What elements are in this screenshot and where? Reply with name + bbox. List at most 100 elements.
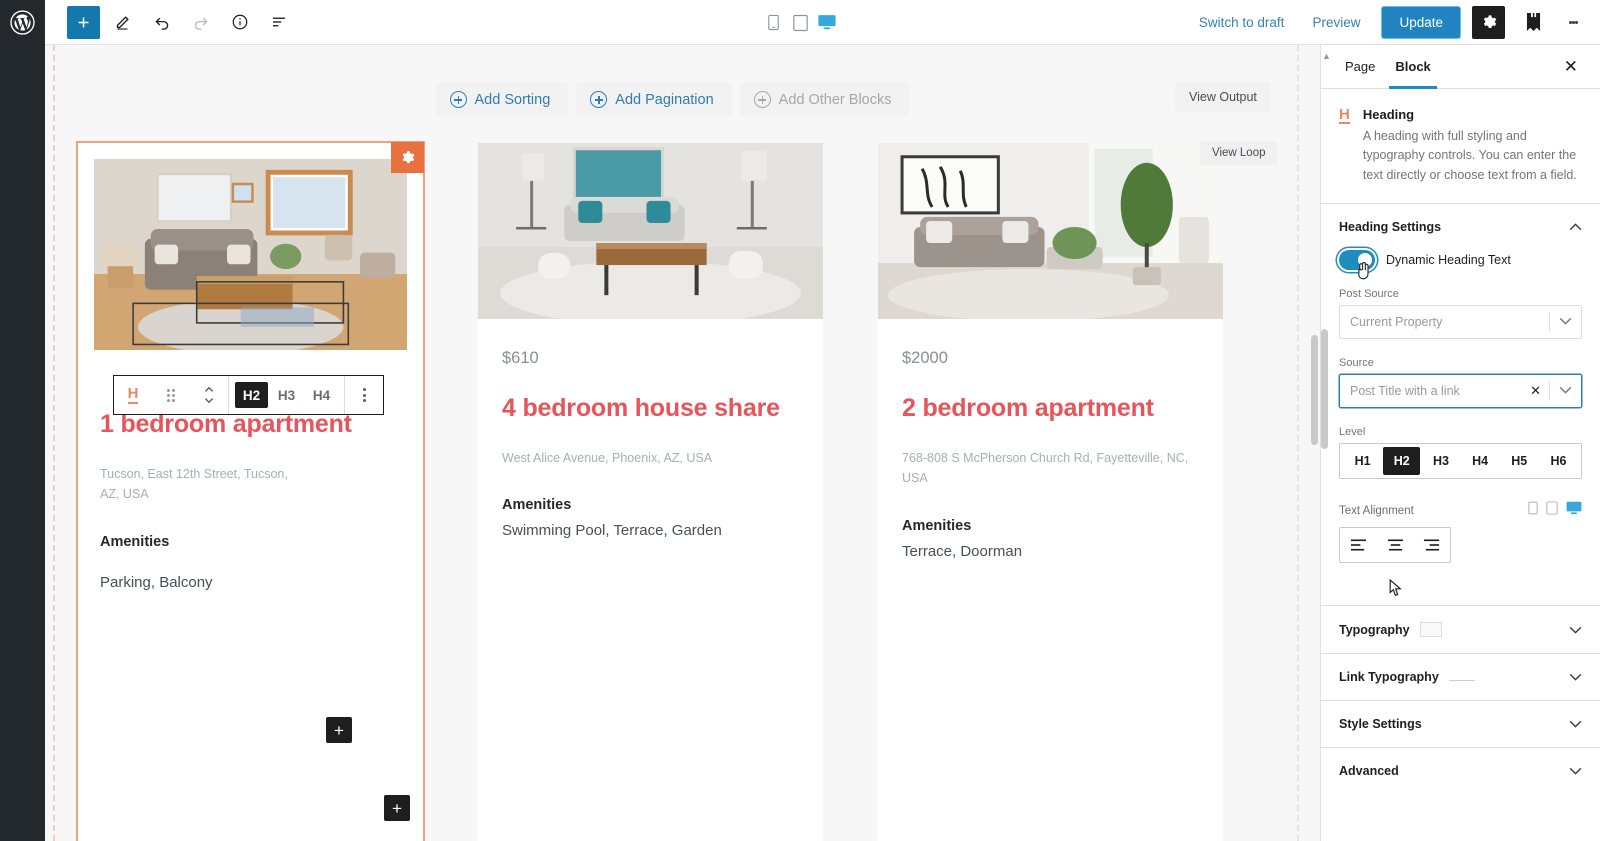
view-output-button[interactable]: View Output	[1175, 82, 1271, 112]
property-card[interactable]: $610 4 bedroom house share West Alice Av…	[478, 143, 823, 841]
settings-gear-icon[interactable]	[1472, 5, 1505, 39]
panel-typography-label: Typography	[1339, 622, 1410, 637]
level-label: Level	[1339, 426, 1366, 439]
view-loop-button[interactable]: View Loop	[1200, 141, 1278, 165]
more-options-kebab-icon[interactable]	[1558, 6, 1588, 39]
block-toolbar: H H2 H3 H4	[113, 375, 384, 415]
level-h5-button[interactable]: H5	[1501, 447, 1538, 475]
redo-button[interactable]	[184, 6, 217, 39]
property-card-selected[interactable]: 1 bedroom apartment Tucson, East 12th St…	[76, 141, 425, 841]
drag-dots-icon[interactable]	[152, 388, 190, 402]
tablet-preview-icon[interactable]	[791, 13, 809, 33]
heading-level-group: H1 H2 H3 H4 H5 H6	[1339, 443, 1582, 480]
update-button[interactable]: Update	[1382, 6, 1460, 38]
property-title[interactable]: 4 bedroom house share	[502, 394, 799, 423]
level-h4-button[interactable]: H4	[1462, 447, 1499, 475]
panel-advanced-label: Advanced	[1339, 764, 1399, 779]
property-address: 768-808 S McPherson Church Rd, Fayettevi…	[902, 450, 1189, 486]
info-circle-icon[interactable]	[223, 6, 256, 39]
top-bar-tools	[45, 5, 295, 39]
heading-level-h3-button[interactable]: H3	[270, 382, 303, 408]
add-pagination-button[interactable]: Add Pagination	[576, 82, 732, 117]
editor-top-bar: Switch to draft Preview Update	[0, 0, 1600, 45]
dynamic-heading-text-label: Dynamic Heading Text	[1386, 253, 1511, 268]
block-description: A heading with full styling and typograp…	[1362, 129, 1577, 182]
list-view-icon[interactable]	[262, 6, 295, 39]
undo-button[interactable]	[145, 6, 178, 39]
amenities-value: Swimming Pool, Terrace, Garden	[502, 522, 722, 540]
amenities-label: Amenities	[502, 497, 572, 514]
panel-advanced[interactable]: Advanced	[1321, 747, 1600, 794]
close-icon[interactable]: ✕	[1556, 45, 1586, 88]
bookmark-icon[interactable]	[1517, 6, 1550, 39]
align-center-icon[interactable]	[1377, 538, 1414, 552]
link-typography-preview-line	[1448, 680, 1475, 682]
mobile-preview-icon[interactable]	[764, 13, 782, 33]
clear-source-icon[interactable]: ✕	[1522, 383, 1549, 399]
block-inserter-button[interactable]: +	[384, 795, 410, 821]
mobile-icon[interactable]	[1528, 501, 1538, 520]
sidebar-scrollbar[interactable]	[1321, 329, 1328, 449]
editor-body: Add Sorting Add Pagination Add Other Blo…	[0, 45, 1600, 841]
sidebar-scroll-area: H Heading A heading with full styling an…	[1321, 89, 1600, 841]
move-up-down-icon[interactable]	[190, 385, 228, 405]
source-select[interactable]: Post Title with a link ✕	[1339, 374, 1582, 409]
canvas-scrollbar[interactable]	[1311, 335, 1318, 445]
property-image	[94, 159, 407, 350]
preview-button[interactable]: Preview	[1298, 9, 1374, 36]
chevron-down-icon	[1569, 670, 1582, 684]
chevron-up-icon	[1569, 220, 1582, 234]
heading-level-h4-button[interactable]: H4	[305, 382, 338, 408]
panel-style-settings-label: Style Settings	[1339, 717, 1422, 732]
block-settings-sidebar: ▲ Page Block ✕ H Heading A heading with …	[1320, 45, 1600, 841]
typography-preview-swatch	[1419, 622, 1442, 638]
desktop-preview-icon[interactable]	[818, 13, 836, 33]
tablet-icon[interactable]	[1546, 501, 1558, 520]
top-bar-actions: Switch to draft Preview Update	[1185, 5, 1600, 39]
dynamic-heading-text-row[interactable]: Dynamic Heading Text	[1339, 250, 1582, 280]
property-card[interactable]: $2000 2 bedroom apartment 768-808 S McPh…	[878, 143, 1223, 841]
level-h2-button[interactable]: H2	[1383, 447, 1421, 476]
level-h6-button[interactable]: H6	[1540, 447, 1577, 475]
chevron-down-icon	[1569, 717, 1582, 731]
responsive-device-group	[1528, 501, 1582, 520]
switch-to-draft-button[interactable]: Switch to draft	[1185, 9, 1299, 36]
level-h3-button[interactable]: H3	[1422, 447, 1459, 475]
mouse-cursor-hand-icon	[1356, 261, 1371, 285]
desktop-icon[interactable]	[1566, 501, 1582, 520]
post-source-select[interactable]: Current Property	[1339, 305, 1582, 340]
chevron-down-icon[interactable]	[1550, 385, 1581, 397]
align-left-icon[interactable]	[1340, 538, 1377, 552]
gear-icon[interactable]	[391, 142, 424, 173]
panel-heading-settings-label: Heading Settings	[1339, 220, 1442, 235]
plus-circle-icon	[753, 91, 771, 108]
panel-style-settings[interactable]: Style Settings	[1321, 700, 1600, 747]
panel-heading-settings[interactable]: Heading Settings	[1321, 203, 1600, 250]
editor-canvas[interactable]: Add Sorting Add Pagination Add Other Blo…	[45, 45, 1320, 841]
block-info: H Heading A heading with full styling an…	[1321, 89, 1600, 191]
tab-page[interactable]: Page	[1335, 45, 1385, 88]
property-image	[478, 143, 823, 319]
plus-circle-icon	[590, 91, 608, 108]
wordpress-block-editor: Switch to draft Preview Update Add Sorti…	[0, 0, 1600, 841]
property-title[interactable]: 2 bedroom apartment	[902, 394, 1199, 423]
scroll-up-arrow-icon[interactable]: ▲	[1322, 51, 1331, 61]
add-other-blocks-button[interactable]: Add Other Blocks	[739, 82, 910, 117]
wordpress-logo-icon[interactable]	[0, 0, 45, 45]
add-sorting-button[interactable]: Add Sorting	[435, 82, 569, 117]
chevron-down-icon[interactable]	[1550, 316, 1581, 328]
heading-block-icon[interactable]: H	[114, 386, 152, 404]
panel-typography[interactable]: Typography	[1321, 605, 1600, 653]
level-h1-button[interactable]: H1	[1344, 447, 1381, 475]
heading-level-h2-button[interactable]: H2	[235, 382, 268, 408]
amenities-value: Parking, Balcony	[100, 573, 213, 591]
block-more-options-icon[interactable]	[345, 376, 383, 414]
add-block-button[interactable]	[67, 5, 100, 39]
tab-block[interactable]: Block	[1385, 45, 1440, 89]
inner-block-inserter-button[interactable]: +	[326, 717, 352, 743]
sidebar-tabs: Page Block ✕	[1321, 45, 1600, 89]
edit-tool-button[interactable]	[106, 6, 139, 39]
chevron-down-icon	[1569, 623, 1582, 637]
panel-link-typography[interactable]: Link Typography	[1321, 653, 1600, 700]
align-right-icon[interactable]	[1413, 538, 1450, 552]
